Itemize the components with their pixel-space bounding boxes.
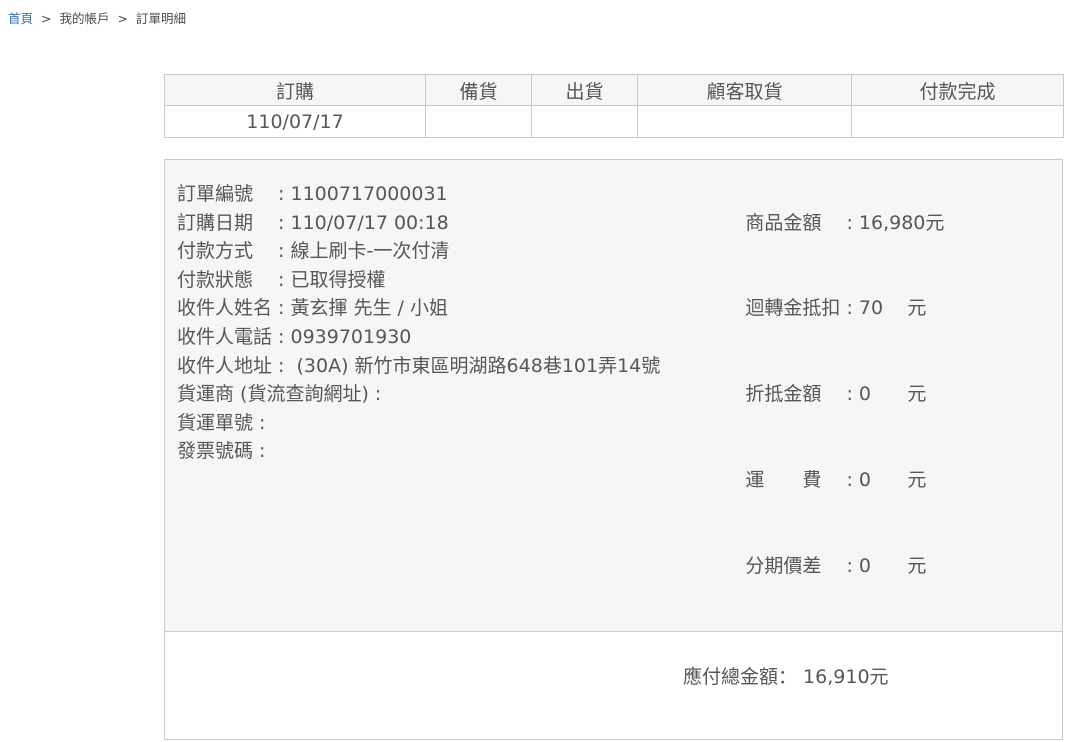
status-preparing-date [426, 106, 532, 138]
tracking-number-line: 貨運單號 : [177, 409, 685, 438]
goods-amount-line: 商品金額 : 16,980元 [685, 180, 1050, 266]
discount-amount-text: 折抵金額 : 0 [745, 380, 907, 409]
total-due-label: 應付總金額： [683, 666, 797, 688]
currency-unit: 元 [907, 383, 926, 405]
status-header-preparing: 備貨 [426, 75, 532, 106]
order-info-box: 訂單編號 : 1100717000031 訂購日期 : 110/07/17 00… [164, 159, 1063, 740]
breadcrumb-separator: > [37, 11, 55, 26]
status-header-row: 訂購 備貨 出貨 顧客取貨 付款完成 [165, 75, 1064, 106]
breadcrumb-separator: > [113, 11, 131, 26]
shipping-fee-line: 運 費 : 0元 [685, 437, 1050, 523]
order-number-line: 訂單編號 : 1100717000031 [177, 180, 685, 209]
currency-unit: 元 [925, 212, 944, 234]
discount-amount-line: 折抵金額 : 0元 [685, 352, 1050, 438]
installment-diff-text: 分期價差 : 0 [745, 552, 907, 581]
payment-method-line: 付款方式 : 線上刷卡-一次付清 [177, 237, 685, 266]
recipient-phone-line: 收件人電話 : 0939701930 [177, 323, 685, 352]
currency-unit: 元 [907, 469, 926, 491]
order-info-right-column: 商品金額 : 16,980元 迴轉金抵扣 : 70元 折抵金額 : 0元 運 費… [685, 180, 1050, 609]
order-detail-page: 訂購 備貨 出貨 顧客取貨 付款完成 110/07/17 訂單編號 : 1100… [164, 74, 1063, 742]
goods-amount-text: 商品金額 : 16,980 [745, 209, 925, 238]
rebate-deduction-text: 迴轉金抵扣 : 70 [745, 294, 907, 323]
order-info-left-column: 訂單編號 : 1100717000031 訂購日期 : 110/07/17 00… [177, 180, 685, 466]
status-pickup-date [638, 106, 852, 138]
status-value-row: 110/07/17 [165, 106, 1064, 138]
currency-unit: 元 [907, 555, 926, 577]
rebate-deduction-line: 迴轉金抵扣 : 70元 [685, 266, 1050, 352]
order-date-line: 訂購日期 : 110/07/17 00:18 [177, 209, 685, 238]
currency-unit: 元 [907, 297, 926, 319]
recipient-address-line: 收件人地址 : (30A) 新竹市東區明湖路648巷101弄14號 [177, 352, 685, 381]
breadcrumb: 首頁 > 我的帳戶 > 訂單明細 [0, 0, 1075, 27]
status-ordered-date: 110/07/17 [165, 106, 426, 138]
shipping-fee-text: 運 費 : 0 [745, 466, 907, 495]
total-due-section: 應付總金額： 16,910元 [165, 632, 1062, 739]
order-info-section: 訂單編號 : 1100717000031 訂購日期 : 110/07/17 00… [165, 160, 1062, 632]
status-header-pickup: 顧客取貨 [638, 75, 852, 106]
breadcrumb-link-account[interactable]: 我的帳戶 [59, 11, 109, 26]
invoice-number-line: 發票號碼 : [177, 437, 685, 466]
status-shipped-date [532, 106, 638, 138]
status-header-ordered: 訂購 [165, 75, 426, 106]
installment-diff-line: 分期價差 : 0元 [685, 523, 1050, 609]
carrier-line: 貨運商 (貨流查詢網址) : [177, 380, 685, 409]
status-paid-date [852, 106, 1064, 138]
order-status-table: 訂購 備貨 出貨 顧客取貨 付款完成 110/07/17 [164, 74, 1064, 138]
status-header-shipped: 出貨 [532, 75, 638, 106]
status-header-paid: 付款完成 [852, 75, 1064, 106]
breadcrumb-link-home[interactable]: 首頁 [8, 11, 33, 26]
breadcrumb-current: 訂單明細 [136, 11, 186, 26]
total-due-value: 16,910元 [797, 666, 889, 688]
payment-status-line: 付款狀態 : 已取得授權 [177, 266, 685, 295]
recipient-name-line: 收件人姓名 : 黃玄揮 先生 / 小姐 [177, 294, 685, 323]
